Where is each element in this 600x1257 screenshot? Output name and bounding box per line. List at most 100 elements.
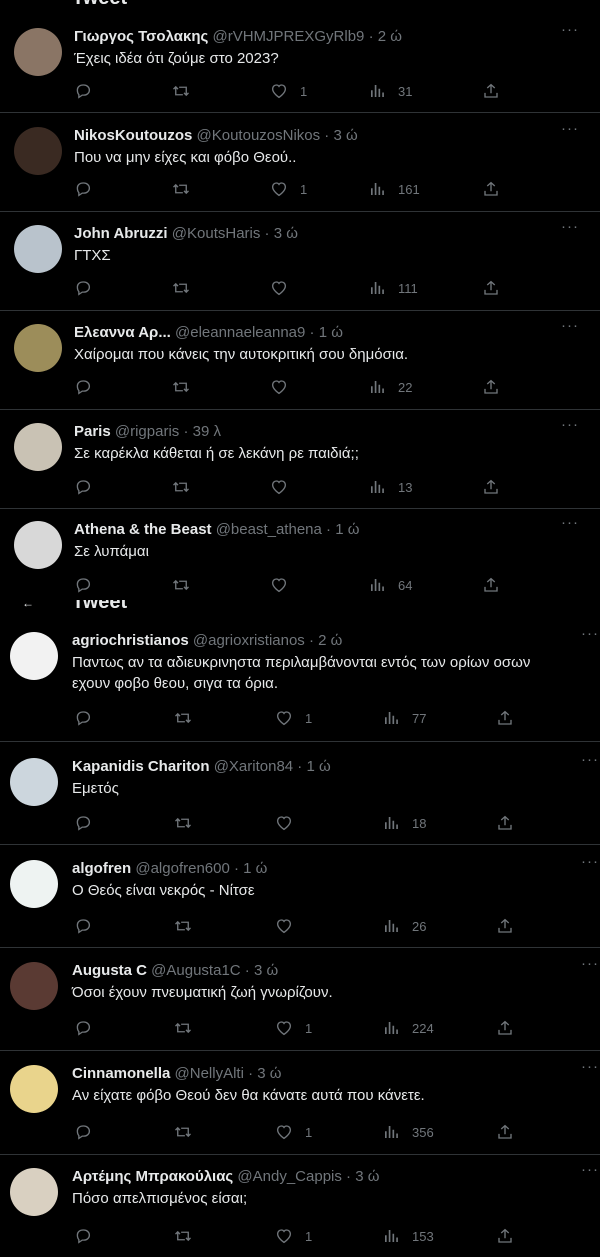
views-button[interactable]: 224 xyxy=(382,1018,434,1038)
timestamp[interactable]: 1 ώ xyxy=(335,521,359,538)
views-button[interactable]: 13 xyxy=(368,477,412,497)
user-handle[interactable]: @KoutsHaris xyxy=(172,225,261,242)
user-handle[interactable]: @Augusta1C xyxy=(151,962,240,979)
share-button[interactable] xyxy=(482,377,500,397)
more-dots-icon[interactable]: ··· xyxy=(580,1059,600,1077)
tweet-row[interactable]: Athena & the Beast @beast_athena · 1 ώ Σε… xyxy=(0,509,600,600)
views-button[interactable]: 161 xyxy=(368,179,420,199)
user-name[interactable]: NikosKoutouzos xyxy=(74,127,192,144)
views-button[interactable]: 77 xyxy=(382,708,426,728)
reply-button[interactable] xyxy=(74,377,92,397)
share-button[interactable] xyxy=(482,575,500,595)
avatar[interactable] xyxy=(10,758,58,806)
share-button[interactable] xyxy=(482,179,500,199)
user-handle[interactable]: @rVHMJPREXGyRlb9 xyxy=(212,28,364,45)
views-button[interactable]: 111 xyxy=(368,278,418,298)
reply-button[interactable] xyxy=(74,575,92,595)
like-button[interactable] xyxy=(270,575,300,595)
like-button[interactable]: 1 xyxy=(275,1018,312,1038)
avatar[interactable] xyxy=(14,521,62,569)
views-button[interactable]: 31 xyxy=(368,81,412,101)
share-button[interactable] xyxy=(482,278,500,298)
more-dots-icon[interactable]: ··· xyxy=(560,121,580,139)
tweet-row[interactable]: John Abruzzi @KoutsHaris · 3 ώ ΓΤΧΣ ··· 111 xyxy=(0,212,600,311)
user-handle[interactable]: @rigparis xyxy=(115,423,179,440)
user-name[interactable]: Athena & the Beast xyxy=(74,521,212,538)
like-button[interactable] xyxy=(270,377,300,397)
avatar[interactable] xyxy=(14,28,62,76)
tweet-row[interactable]: Kapanidis Chariton @Xariton84 · 1 ώ Εμετό… xyxy=(0,742,600,845)
tweet-row[interactable]: Paris @rigparis · 39 λ Σε καρέκλα κάθεται… xyxy=(0,410,600,509)
tweet-row[interactable]: Αρτέμης Μπρακούλιας @Andy_Cappis · 3 ώ Πό… xyxy=(0,1155,600,1257)
avatar[interactable] xyxy=(10,962,58,1010)
reply-button[interactable] xyxy=(74,278,92,298)
views-button[interactable]: 153 xyxy=(382,1226,434,1246)
reply-button[interactable] xyxy=(74,916,92,936)
reply-button[interactable] xyxy=(74,708,92,728)
timestamp[interactable]: 3 ώ xyxy=(254,962,278,979)
avatar[interactable] xyxy=(10,632,58,680)
timestamp[interactable]: 3 ώ xyxy=(355,1168,379,1185)
views-button[interactable]: 64 xyxy=(368,575,412,595)
tweet-row[interactable]: NikosKoutouzos @KoutouzosNikos · 3 ώ Που … xyxy=(0,113,600,212)
views-button[interactable]: 26 xyxy=(382,916,426,936)
tweet-row[interactable]: algofren @algofren600 · 1 ώ Ο Θεός είναι … xyxy=(0,845,600,948)
share-button[interactable] xyxy=(482,81,500,101)
retweet-button[interactable] xyxy=(174,916,192,936)
more-dots-icon[interactable]: ··· xyxy=(580,854,600,872)
avatar[interactable] xyxy=(10,1065,58,1113)
avatar[interactable] xyxy=(14,225,62,273)
views-button[interactable]: 356 xyxy=(382,1122,434,1142)
tweet-row[interactable]: Cinnamonella @NellyAlti · 3 ώ Αν είχατε φ… xyxy=(0,1051,600,1155)
user-name[interactable]: agriochristianos xyxy=(72,632,189,649)
user-name[interactable]: Cinnamonella xyxy=(72,1065,170,1082)
retweet-button[interactable] xyxy=(174,708,192,728)
user-handle[interactable]: @algofren600 xyxy=(135,860,229,877)
retweet-button[interactable] xyxy=(174,1018,192,1038)
user-name[interactable]: algofren xyxy=(72,860,131,877)
views-button[interactable]: 22 xyxy=(368,377,412,397)
share-button[interactable] xyxy=(496,813,514,833)
more-dots-icon[interactable]: ··· xyxy=(560,417,580,435)
reply-button[interactable] xyxy=(74,1018,92,1038)
user-handle[interactable]: @NellyAlti xyxy=(175,1065,244,1082)
reply-button[interactable] xyxy=(74,81,92,101)
share-button[interactable] xyxy=(496,708,514,728)
share-button[interactable] xyxy=(496,1018,514,1038)
timestamp[interactable]: 1 ώ xyxy=(306,758,330,775)
share-button[interactable] xyxy=(496,1226,514,1246)
retweet-button[interactable] xyxy=(172,81,190,101)
user-name[interactable]: John Abruzzi xyxy=(74,225,168,242)
user-name[interactable]: Paris xyxy=(74,423,111,440)
user-handle[interactable]: @KoutouzosNikos xyxy=(197,127,321,144)
timestamp[interactable]: 3 ώ xyxy=(257,1065,281,1082)
more-dots-icon[interactable]: ··· xyxy=(560,318,580,336)
retweet-button[interactable] xyxy=(172,477,190,497)
user-name[interactable]: Γιωργος Τσολακης xyxy=(74,28,208,45)
user-name[interactable]: Augusta C xyxy=(72,962,147,979)
like-button[interactable] xyxy=(270,278,300,298)
views-button[interactable]: 18 xyxy=(382,813,426,833)
share-button[interactable] xyxy=(496,916,514,936)
user-handle[interactable]: @beast_athena xyxy=(216,521,322,538)
user-name[interactable]: Αρτέμης Μπρακούλιας xyxy=(72,1168,233,1185)
user-name[interactable]: Kapanidis Chariton xyxy=(72,758,210,775)
like-button[interactable]: 1 xyxy=(275,708,312,728)
retweet-button[interactable] xyxy=(174,813,192,833)
share-button[interactable] xyxy=(482,477,500,497)
avatar[interactable] xyxy=(10,860,58,908)
user-handle[interactable]: @eleannaeleanna9 xyxy=(175,324,305,341)
more-dots-icon[interactable]: ··· xyxy=(560,22,580,40)
like-button[interactable]: 1 xyxy=(275,1226,312,1246)
tweet-row[interactable]: Ελεαννα Αρ... @eleannaeleanna9 · 1 ώ Χαίρ… xyxy=(0,311,600,410)
avatar[interactable] xyxy=(14,423,62,471)
retweet-button[interactable] xyxy=(174,1122,192,1142)
tweet-row[interactable]: Augusta C @Augusta1C · 3 ώ Όσοι έχουν πνε… xyxy=(0,948,600,1051)
timestamp[interactable]: 3 ώ xyxy=(274,225,298,242)
like-button[interactable]: 1 xyxy=(275,1122,312,1142)
timestamp[interactable]: 2 ώ xyxy=(378,28,402,45)
like-button[interactable] xyxy=(275,916,305,936)
more-dots-icon[interactable]: ··· xyxy=(580,1162,600,1180)
timestamp[interactable]: 1 ώ xyxy=(319,324,343,341)
back-arrow-icon[interactable]: ← xyxy=(22,600,34,610)
